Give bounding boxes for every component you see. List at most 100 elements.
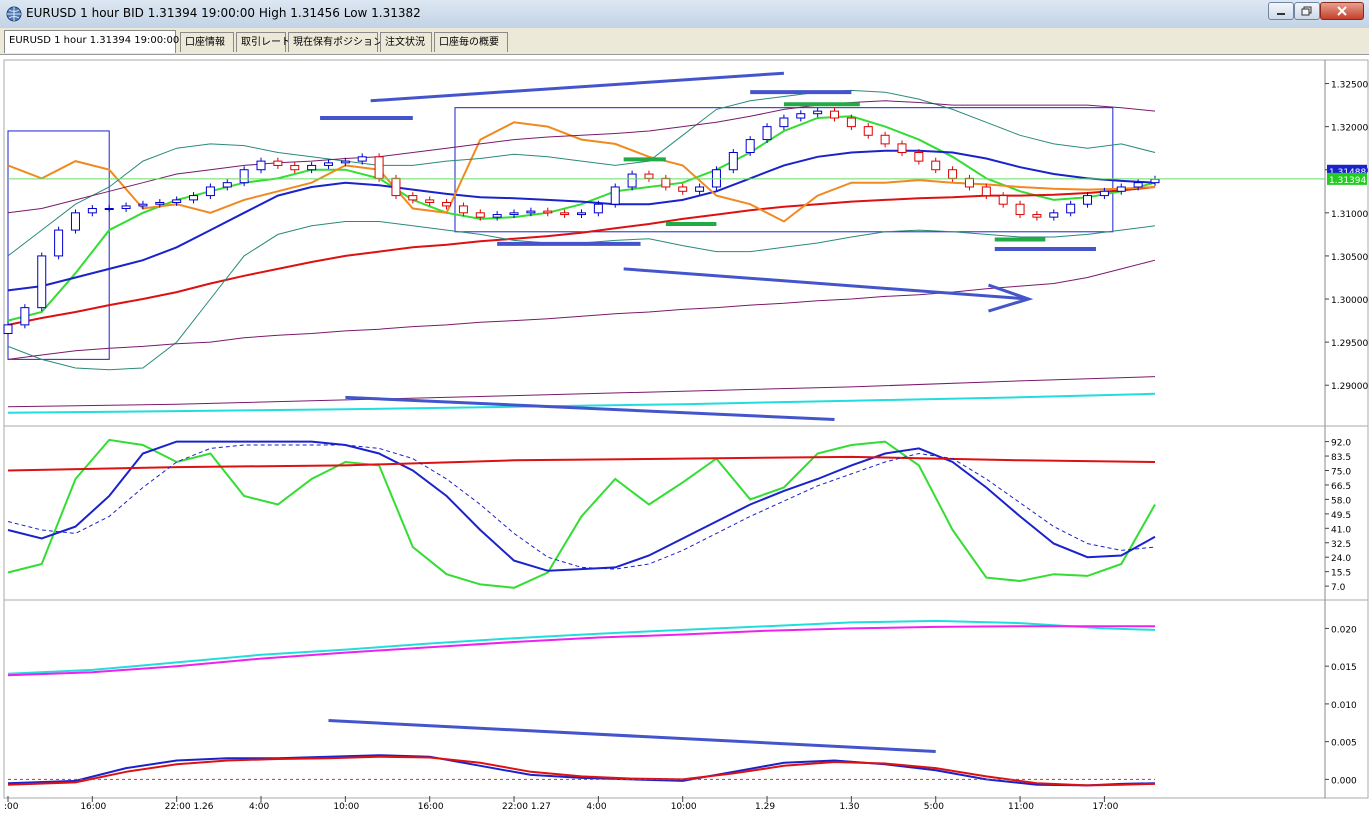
x-tick-label: 22:00 1.26 <box>165 802 214 812</box>
tab-account-summary-label: 口座毎の概要 <box>439 37 499 48</box>
y-tick-label: 0.000 <box>1331 776 1357 786</box>
close-icon <box>1337 6 1347 16</box>
candle-body <box>87 208 97 214</box>
candle-body <box>374 156 384 179</box>
candle-body <box>273 160 283 166</box>
candle-body <box>408 195 418 201</box>
tab-trade-rate[interactable]: 取引レート <box>236 32 291 52</box>
candle-body <box>475 212 485 218</box>
candle-body <box>577 212 586 216</box>
candle-body <box>897 143 907 153</box>
candle-body <box>1150 178 1160 184</box>
candle-body <box>20 307 30 326</box>
candle-body <box>762 126 772 141</box>
x-tick-label: 1.30 <box>839 802 859 812</box>
candle-body <box>728 152 738 171</box>
candle-body <box>880 134 890 145</box>
candle-body <box>593 203 603 214</box>
candle-body <box>610 186 620 205</box>
tab-open-positions[interactable]: 現在保有ポジション <box>288 32 383 52</box>
candle-body <box>205 186 215 197</box>
candle-body <box>357 156 367 162</box>
x-tick-label: 5:00 <box>924 802 944 812</box>
candle-body <box>1083 195 1093 205</box>
tab-order-status[interactable]: 注文状況 <box>380 32 432 52</box>
y-tick-label: 15.5 <box>1331 569 1351 579</box>
app-globe-icon <box>6 6 22 22</box>
y-tick-label: 0.010 <box>1331 701 1357 711</box>
y-tick-label: 58.0 <box>1331 496 1351 506</box>
candle-body <box>121 205 131 210</box>
panel-stochastic <box>3 425 1369 601</box>
y-tick-label: 1.30000 <box>1331 296 1368 306</box>
candle-body <box>256 160 266 171</box>
candle-body <box>644 173 654 179</box>
candle-body <box>830 110 840 119</box>
candle-body <box>323 162 333 166</box>
x-tick-label: :00 <box>4 802 19 812</box>
y-tick-label: 7.0 <box>1331 583 1346 593</box>
y-tick-label: 83.5 <box>1331 453 1351 463</box>
tab-open-positions-label: 現在保有ポジション <box>293 37 383 48</box>
candle-body <box>948 169 958 179</box>
y-tick-label: 1.32000 <box>1331 124 1368 134</box>
candle-body <box>290 164 300 171</box>
y-tick-label: 66.5 <box>1331 482 1351 492</box>
y-tick-label: 32.5 <box>1331 540 1351 550</box>
panel-price <box>3 59 1369 427</box>
candle-body <box>222 182 232 188</box>
x-tick-label: 4:00 <box>586 802 606 812</box>
minimize-icon <box>1277 13 1285 15</box>
x-tick-label: 16:00 <box>80 802 106 812</box>
minimize-button[interactable] <box>1268 2 1294 20</box>
restore-icon <box>1301 6 1312 16</box>
tab-account-info[interactable]: 口座情報 <box>180 32 234 52</box>
chart-area[interactable]: 1.325001.320001.315001.310001.305001.300… <box>0 54 1369 813</box>
candle-body <box>1066 203 1076 214</box>
candle-body <box>526 210 536 214</box>
x-tick-label: 11:00 <box>1008 802 1034 812</box>
candle-body <box>340 160 350 164</box>
candle-body <box>37 255 47 309</box>
candle-body <box>796 113 806 119</box>
y-tick-label: 24.0 <box>1331 554 1351 564</box>
title-bar[interactable]: EURUSD 1 hour BID 1.31394 19:00:00 High … <box>0 0 1369 29</box>
candle-body <box>1015 203 1025 216</box>
x-tick-label: 22:00 1.27 <box>502 802 551 812</box>
candle-body <box>3 324 13 334</box>
candle-body <box>155 201 165 205</box>
candle-body <box>964 177 974 188</box>
candle-body <box>442 201 452 207</box>
tab-bar: EURUSD 1 hour 1.31394 19:00:00 口座情報 取引レー… <box>0 28 1369 55</box>
x-tick-label: 4:00 <box>249 802 269 812</box>
y-tick-label: 1.29500 <box>1331 339 1368 349</box>
candle-body <box>1049 212 1059 218</box>
candle-body <box>138 203 148 207</box>
y-tick-label: 0.020 <box>1331 625 1357 635</box>
tab-trade-rate-label: 取引レート <box>241 37 291 48</box>
candle-body <box>813 110 823 115</box>
tab-chart[interactable]: EURUSD 1 hour 1.31394 19:00:00 <box>4 30 179 53</box>
price-label: 1.31394 <box>1329 176 1366 186</box>
y-tick-label: 1.29000 <box>1331 382 1368 392</box>
y-tick-label: 49.5 <box>1331 511 1351 521</box>
candle-body <box>172 199 182 203</box>
candle-body <box>1133 182 1143 188</box>
candle-body <box>560 212 570 216</box>
close-button[interactable] <box>1320 2 1364 20</box>
candle-body <box>863 126 873 136</box>
candle-body <box>661 177 671 188</box>
x-tick-label: 16:00 <box>418 802 444 812</box>
candle-body <box>678 186 688 192</box>
candle-body <box>509 212 519 216</box>
candle-body <box>711 169 721 188</box>
x-tick-label: 10:00 <box>671 802 697 812</box>
candle-body <box>70 212 80 231</box>
candle-body <box>846 117 856 128</box>
tab-account-summary[interactable]: 口座毎の概要 <box>434 32 508 52</box>
maximize-button[interactable] <box>1294 2 1320 20</box>
candle-body <box>391 177 401 197</box>
candle-body <box>104 208 114 211</box>
candle-body <box>695 186 705 192</box>
window-title: EURUSD 1 hour BID 1.31394 19:00:00 High … <box>26 6 421 20</box>
